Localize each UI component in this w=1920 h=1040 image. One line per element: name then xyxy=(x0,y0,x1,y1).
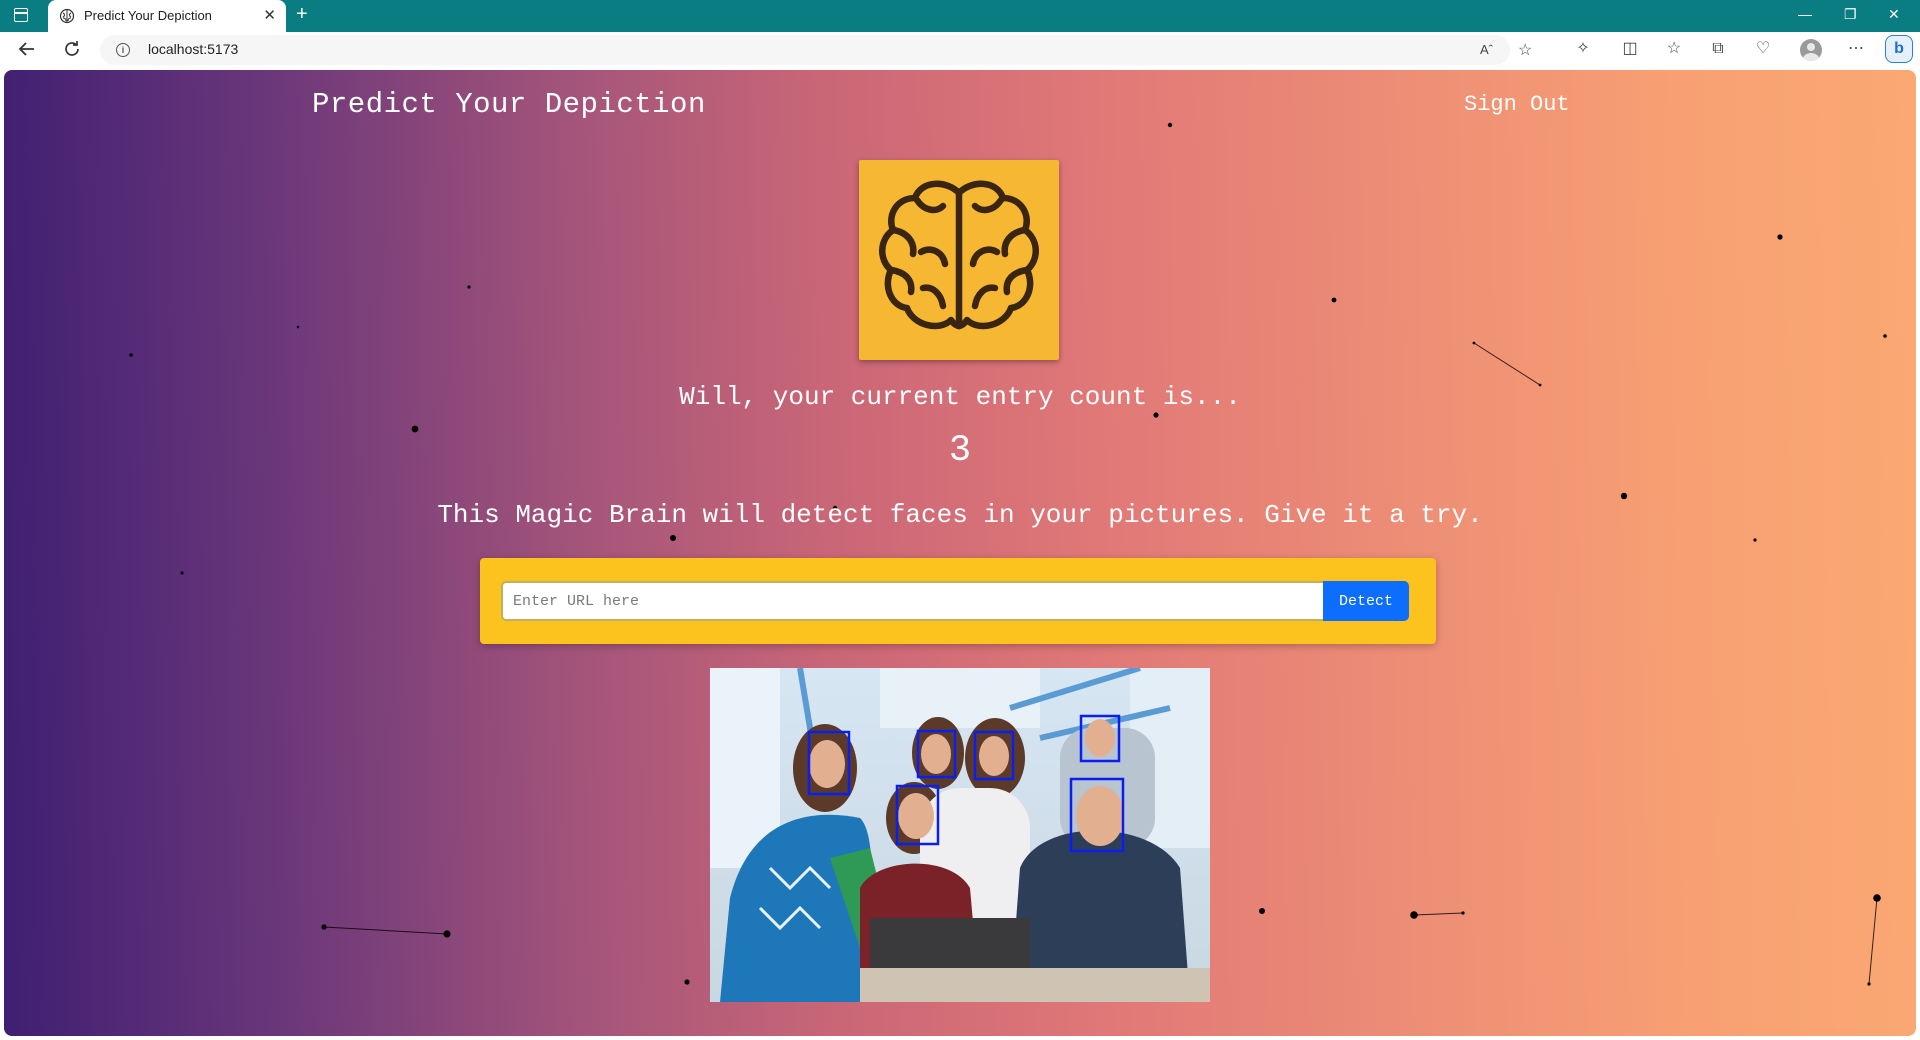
browser-essentials-icon[interactable]: ♡ xyxy=(1753,39,1773,59)
browser-tab[interactable]: Predict Your Depiction ✕ xyxy=(48,0,286,32)
image-url-input[interactable] xyxy=(501,581,1323,621)
tab-actions-icon[interactable] xyxy=(14,8,28,22)
brain-logo xyxy=(859,160,1059,360)
more-options-icon[interactable]: ⋯ xyxy=(1846,39,1866,59)
favorite-star-icon[interactable]: ☆ xyxy=(1518,40,1532,60)
entry-count-message: Will, your current entry count is... xyxy=(679,382,1241,412)
minimize-button[interactable]: — xyxy=(1798,6,1812,22)
collections-icon[interactable]: ⧉ xyxy=(1708,39,1728,59)
app-title: Predict Your Depiction xyxy=(312,88,706,121)
sign-out-link[interactable]: Sign Out xyxy=(1464,92,1570,117)
bing-copilot-icon[interactable]: b xyxy=(1885,35,1913,63)
new-tab-button[interactable]: + xyxy=(296,4,308,24)
close-window-button[interactable]: ✕ xyxy=(1888,6,1900,23)
tagline-text: This Magic Brain will detect faces in yo… xyxy=(437,500,1483,530)
group-photo xyxy=(710,668,1210,1002)
url-text[interactable]: localhost:5173 xyxy=(148,41,238,57)
address-bar[interactable]: i localhost:5173 Aˆ ☆ xyxy=(100,35,1532,65)
brain-icon xyxy=(879,180,1039,330)
browser-tab-bar: Predict Your Depiction ✕ + — ❐ ✕ xyxy=(0,0,1920,32)
extensions-icon[interactable]: ✧ xyxy=(1573,39,1593,59)
brain-favicon-icon xyxy=(59,8,75,24)
profile-avatar-icon[interactable] xyxy=(1800,39,1822,61)
browser-toolbar: i localhost:5173 Aˆ ☆ ✧ ◫ ☆ ⧉ ♡ ⋯ b xyxy=(0,32,1920,68)
entry-count-value: 3 xyxy=(948,430,972,472)
detection-result-image xyxy=(710,668,1210,1002)
page-viewport: Predict Your Depiction Sign Out Will, yo… xyxy=(4,70,1916,1036)
favorites-icon[interactable]: ☆ xyxy=(1664,39,1684,59)
split-screen-icon[interactable]: ◫ xyxy=(1620,39,1640,59)
refresh-icon[interactable] xyxy=(61,38,83,60)
detect-button[interactable]: Detect xyxy=(1323,581,1409,621)
restore-button[interactable]: ❐ xyxy=(1844,6,1857,23)
site-info-icon[interactable]: i xyxy=(116,43,130,57)
image-url-form: Detect xyxy=(480,558,1436,644)
back-arrow-icon[interactable] xyxy=(16,38,38,60)
tab-title: Predict Your Depiction xyxy=(84,8,212,23)
close-tab-icon[interactable]: ✕ xyxy=(263,6,276,24)
read-aloud-icon[interactable]: Aˆ xyxy=(1480,42,1493,57)
